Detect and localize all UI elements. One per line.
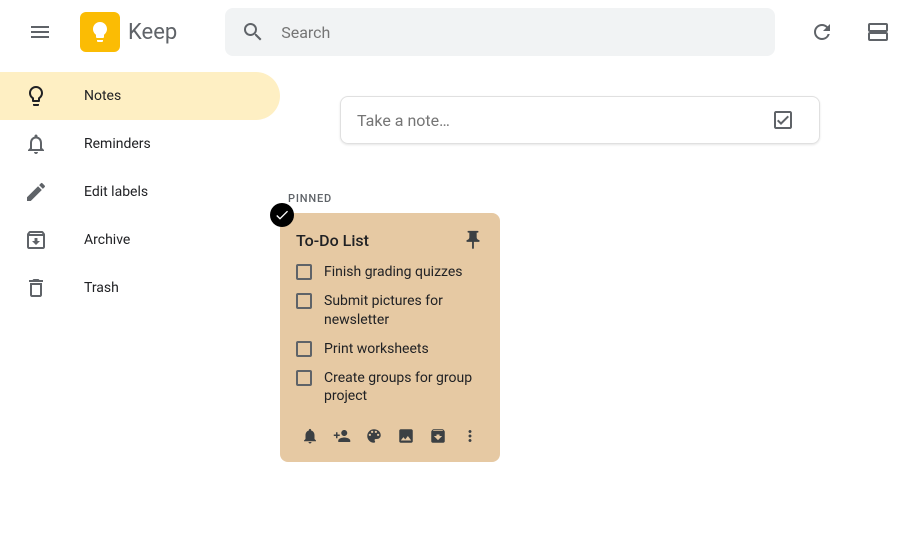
checklist-item-text: Finish grading quizzes [324, 263, 463, 282]
sidebar-item-edit-labels[interactable]: Edit labels [0, 168, 280, 216]
sidebar-item-reminders[interactable]: Reminders [0, 120, 280, 168]
new-note-input[interactable] [357, 111, 763, 130]
sidebar-item-label: Edit labels [84, 184, 148, 200]
collaborator-icon [333, 427, 351, 445]
view-toggle-button[interactable] [854, 8, 902, 56]
sidebar-item-notes[interactable]: Notes [0, 72, 280, 120]
select-note-button[interactable] [270, 203, 294, 227]
sidebar-item-label: Archive [84, 232, 130, 248]
main-area: PINNED To-Do List Finish grading quizzes… [280, 64, 918, 558]
app-header: Keep [0, 0, 918, 64]
checklist: Finish grading quizzes Submit pictures f… [296, 263, 484, 406]
remind-button[interactable] [296, 422, 324, 450]
collaborator-button[interactable] [328, 422, 356, 450]
palette-icon [365, 427, 383, 445]
pin-icon [462, 229, 484, 251]
app-name: Keep [128, 20, 177, 45]
more-icon [461, 427, 479, 445]
sidebar: Notes Reminders Edit labels Archive Tras… [0, 64, 280, 558]
sidebar-item-trash[interactable]: Trash [0, 264, 280, 312]
remind-icon [301, 427, 319, 445]
note-toolbar [296, 418, 484, 454]
checklist-item[interactable]: Submit pictures for newsletter [296, 292, 484, 330]
sidebar-item-label: Trash [84, 280, 119, 296]
new-list-button[interactable] [763, 100, 803, 140]
section-label-pinned: PINNED [288, 192, 918, 205]
sidebar-item-label: Reminders [84, 136, 151, 152]
checkbox-icon [771, 108, 795, 132]
checklist-item-text: Create groups for group project [324, 369, 484, 407]
logo-area[interactable]: Keep [80, 12, 177, 52]
note-header: To-Do List [296, 229, 484, 251]
archive-icon [429, 427, 447, 445]
checkbox[interactable] [296, 264, 312, 280]
trash-icon [12, 264, 60, 312]
check-icon [274, 207, 290, 223]
refresh-icon [810, 20, 834, 44]
color-button[interactable] [360, 422, 388, 450]
checklist-item-text: Print worksheets [324, 340, 429, 359]
search-icon [241, 20, 265, 44]
image-button[interactable] [392, 422, 420, 450]
image-icon [397, 427, 415, 445]
note-card[interactable]: To-Do List Finish grading quizzes Submit… [280, 213, 500, 462]
keep-logo-icon [80, 12, 120, 52]
note-title: To-Do List [296, 231, 369, 250]
checkbox[interactable] [296, 370, 312, 386]
sidebar-item-archive[interactable]: Archive [0, 216, 280, 264]
pencil-icon [12, 168, 60, 216]
header-actions [798, 8, 902, 56]
more-button[interactable] [456, 422, 484, 450]
checklist-item-text: Submit pictures for newsletter [324, 292, 484, 330]
refresh-button[interactable] [798, 8, 846, 56]
content-area: Notes Reminders Edit labels Archive Tras… [0, 64, 918, 558]
list-view-icon [866, 20, 890, 44]
sidebar-item-label: Notes [84, 88, 121, 104]
checkbox[interactable] [296, 293, 312, 309]
search-input[interactable] [281, 23, 759, 42]
archive-note-button[interactable] [424, 422, 452, 450]
pin-button[interactable] [462, 229, 484, 251]
checklist-item[interactable]: Print worksheets [296, 340, 484, 359]
archive-icon [12, 216, 60, 264]
checklist-item[interactable]: Create groups for group project [296, 369, 484, 407]
new-note-bar[interactable] [340, 96, 820, 144]
checklist-item[interactable]: Finish grading quizzes [296, 263, 484, 282]
lightbulb-icon [12, 72, 60, 120]
hamburger-icon [28, 20, 52, 44]
main-menu-button[interactable] [16, 8, 64, 56]
bell-icon [12, 120, 60, 168]
checkbox[interactable] [296, 341, 312, 357]
search-bar[interactable] [225, 8, 775, 56]
